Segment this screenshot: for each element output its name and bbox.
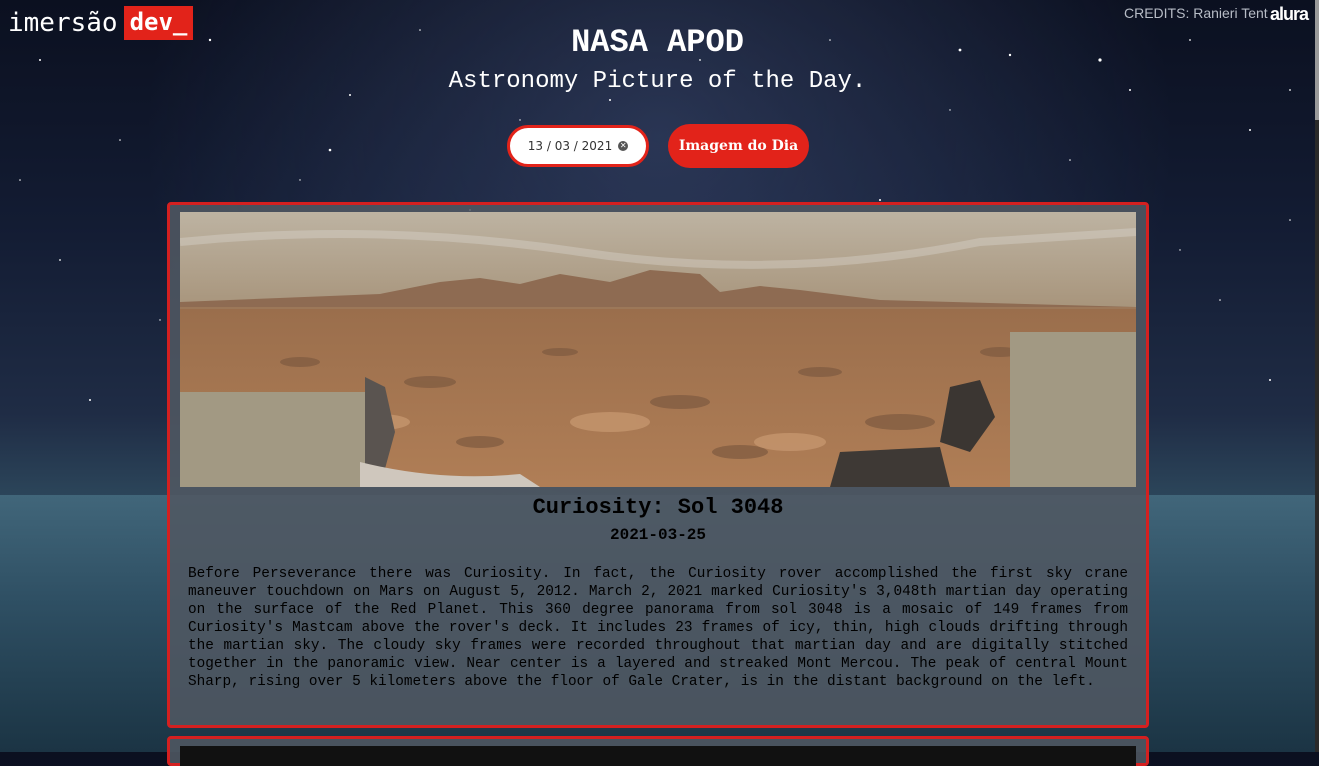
next-apod-card — [167, 736, 1149, 766]
scrollbar-thumb[interactable] — [1315, 0, 1319, 120]
date-input[interactable]: 13 / 03 / 2021 ✕ — [507, 125, 649, 167]
next-apod-image — [180, 746, 1136, 766]
credits-text: CREDITS: Ranieri Tent — [1124, 5, 1268, 21]
clear-icon[interactable]: ✕ — [618, 141, 629, 151]
apod-card: Curiosity: Sol 3048 2021-03-25 Before Pe… — [167, 202, 1149, 728]
page-subtitle: Astronomy Picture of the Day. — [448, 68, 867, 95]
apod-image — [180, 212, 1136, 487]
apod-date: 2021-03-25 — [609, 526, 706, 544]
alura-logo[interactable]: alura — [1270, 4, 1309, 25]
apod-explanation: Before Perseverance there was Curiosity.… — [188, 566, 1128, 690]
date-value: 13 / 03 / 2021 — [527, 139, 613, 153]
apod-title: Curiosity: Sol 3048 — [532, 495, 784, 520]
page-title: NASA APOD — [571, 24, 744, 61]
image-of-the-day-button[interactable]: Imagem do Dia — [668, 124, 809, 168]
